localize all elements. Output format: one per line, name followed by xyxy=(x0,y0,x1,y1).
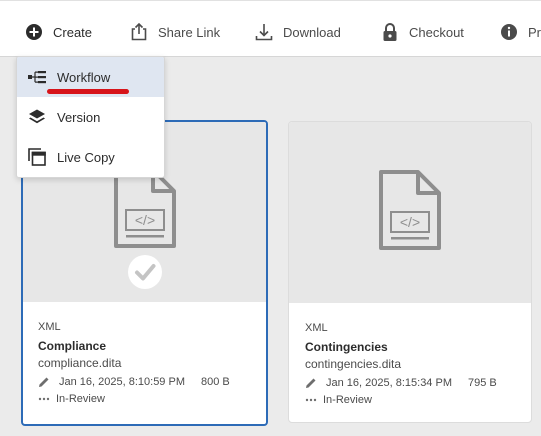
asset-meta: XML Contingencies contingencies.dita Jan… xyxy=(305,322,521,408)
asset-meta: XML Compliance compliance.dita Jan 16, 2… xyxy=(38,321,256,407)
menu-item-workflow[interactable]: Workflow xyxy=(17,57,164,97)
svg-text:</>: </> xyxy=(134,212,154,228)
menu-item-label: Live Copy xyxy=(57,149,115,165)
pencil-icon xyxy=(38,376,50,388)
asset-modified: Jan 16, 2025, 8:15:34 PM xyxy=(326,376,452,389)
asset-status-row: In-Review xyxy=(38,390,256,407)
asset-thumbnail: </> xyxy=(289,122,531,303)
menu-item-label: Workflow xyxy=(57,69,111,85)
add-circle-icon xyxy=(24,22,44,42)
create-label: Create xyxy=(53,24,93,40)
workflow-icon xyxy=(27,67,47,87)
share-link-button[interactable]: Share Link xyxy=(129,20,220,44)
checkout-label: Checkout xyxy=(409,24,464,40)
assets-page: Create Share Link Download Checkout Pr <… xyxy=(0,0,541,436)
more-dots-icon xyxy=(38,393,50,405)
properties-label: Pro xyxy=(528,24,541,40)
asset-size: 795 B xyxy=(467,376,497,389)
share-icon xyxy=(129,22,149,42)
asset-type: XML xyxy=(38,321,61,333)
pencil-icon xyxy=(305,377,317,389)
download-icon xyxy=(254,22,274,42)
live-copy-icon xyxy=(27,147,47,167)
asset-title: Contingencies xyxy=(305,340,388,354)
asset-status-row: In-Review xyxy=(305,391,521,408)
more-dots-icon xyxy=(305,394,317,406)
asset-type: XML xyxy=(305,322,328,334)
svg-text:</>: </> xyxy=(400,214,420,230)
asset-modified-row: Jan 16, 2025, 8:10:59 PM 800 B xyxy=(38,373,256,390)
create-menu: Workflow Version Live Copy xyxy=(16,56,165,178)
xml-document-icon: </> xyxy=(113,168,176,248)
selected-check-icon[interactable] xyxy=(127,254,163,290)
asset-card-contingencies[interactable]: </> XML Contingencies contingencies.dita… xyxy=(288,121,532,423)
properties-button[interactable]: Pro xyxy=(499,20,541,44)
asset-filename: compliance.dita xyxy=(38,356,122,370)
action-toolbar: Create Share Link Download Checkout Pr xyxy=(0,0,541,57)
asset-filename: contingencies.dita xyxy=(305,357,402,371)
layers-icon xyxy=(27,107,47,127)
asset-status: In-Review xyxy=(56,392,105,405)
menu-item-live-copy[interactable]: Live Copy xyxy=(17,137,164,177)
checkout-button[interactable]: Checkout xyxy=(380,20,464,44)
lock-icon xyxy=(380,22,400,42)
asset-modified: Jan 16, 2025, 8:10:59 PM xyxy=(59,375,185,388)
asset-modified-row: Jan 16, 2025, 8:15:34 PM 795 B xyxy=(305,374,521,391)
xml-document-icon: </> xyxy=(379,170,441,250)
download-label: Download xyxy=(283,24,341,40)
info-icon xyxy=(499,22,519,42)
download-button[interactable]: Download xyxy=(254,20,341,44)
annotation-underline xyxy=(47,89,129,94)
share-link-label: Share Link xyxy=(158,24,221,40)
asset-status: In-Review xyxy=(323,393,372,406)
menu-item-version[interactable]: Version xyxy=(17,97,164,137)
asset-size: 800 B xyxy=(200,375,230,388)
create-button[interactable]: Create xyxy=(24,20,92,44)
asset-title: Compliance xyxy=(38,339,107,353)
menu-item-label: Version xyxy=(57,109,101,125)
